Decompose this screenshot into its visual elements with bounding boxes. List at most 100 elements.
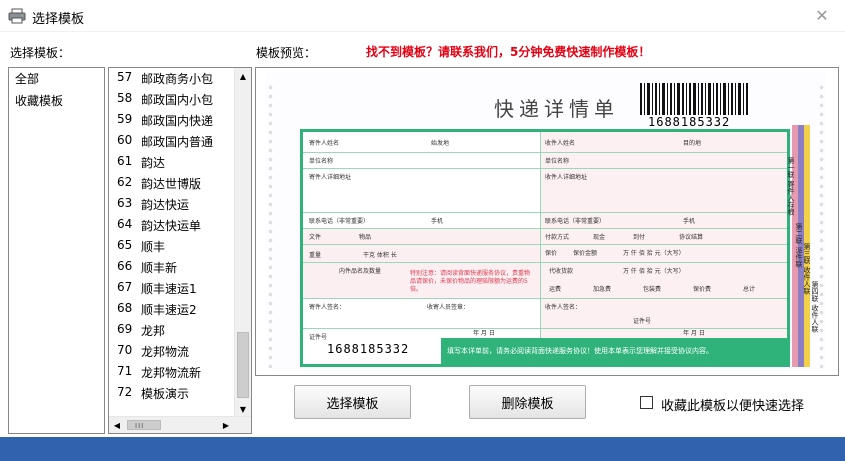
scroll-up-icon[interactable]: ▲: [235, 68, 251, 84]
recipient-phone-field: 联系电话（非常重要）: [545, 218, 606, 225]
template-item[interactable]: 61 韵达: [109, 152, 233, 173]
sender-id-field: 证件号: [309, 334, 328, 341]
promo-message[interactable]: 找不到模板？请联系我们，5分钟免费快速制作模板！: [366, 43, 650, 60]
collection-field: 代收货款: [549, 268, 574, 275]
collection-units: 万 仟 佰 拾 元（大写）: [623, 268, 685, 275]
total-field: 总计: [743, 286, 756, 293]
scroll-right-icon[interactable]: ▶: [218, 417, 234, 433]
template-name: 顺丰: [141, 240, 166, 254]
recipient-date-field: 年 月 日: [683, 330, 705, 337]
template-number: 63: [117, 196, 133, 210]
surcharge-field: 加急费: [593, 286, 612, 293]
template-item[interactable]: 69 龙邦: [109, 320, 233, 341]
item-name-field: 内件品名及数量: [339, 268, 382, 275]
template-item[interactable]: 67 顺丰速运1: [109, 278, 233, 299]
title-bar[interactable]: 选择模板 ✕: [0, 0, 845, 32]
sender-mobile-field: 手机: [431, 218, 444, 225]
barcode-number: 1688185332: [648, 115, 731, 129]
doc-checkbox: 文件: [309, 234, 322, 241]
window-title: 选择模板: [32, 12, 85, 27]
template-item[interactable]: 66 顺丰新: [109, 257, 233, 278]
scroll-down-icon[interactable]: ▼: [235, 401, 251, 417]
template-name: 龙邦物流: [141, 345, 190, 359]
template-name: 邮政国内普通: [141, 135, 214, 149]
template-item[interactable]: 62 韵达世博版: [109, 173, 233, 194]
template-number: 57: [117, 70, 133, 84]
payment-method-field: 付款方式: [545, 234, 570, 241]
sender-name-field: 寄件人姓名: [309, 140, 340, 147]
template-name: 邮政国内快递: [141, 114, 214, 128]
template-name: 顺丰速运2: [141, 303, 197, 317]
scroll-left-icon[interactable]: ◀: [109, 417, 125, 433]
template-item[interactable]: 71 龙邦物流新: [109, 362, 233, 383]
insured-field: 保价: [545, 250, 558, 257]
goods-checkbox: 物品: [359, 234, 372, 241]
template-number: 70: [117, 343, 133, 357]
close-button[interactable]: ✕: [799, 0, 845, 30]
recipient-address-field: 收件人详细地址: [545, 174, 588, 181]
freight-field: 运费: [549, 286, 562, 293]
template-item[interactable]: 64 韵达快运单: [109, 215, 233, 236]
template-item[interactable]: 60 邮政国内普通: [109, 131, 233, 152]
template-item[interactable]: 57 邮政商务小包: [109, 68, 233, 89]
bottom-notice: 填写本详单前，请务必阅读背面快递服务协议！使用本单表示您理解并接受协议内容。: [447, 347, 713, 355]
amount-units: 万 仟 佰 拾 元（大写）: [623, 250, 685, 257]
tractor-holes-left: [268, 83, 273, 368]
template-category-label: 选择模板：: [10, 46, 71, 60]
select-template-button[interactable]: 选择模板: [294, 385, 411, 419]
template-list-vertical-scrollbar[interactable]: ▲ ▼: [234, 68, 251, 417]
template-preview: 快递详情单 1688185332 寄件人姓名 始发地 单位名称 寄件人详细地址 …: [255, 67, 839, 376]
category-item-favorites[interactable]: 收藏模板: [15, 92, 63, 109]
template-name: 龙邦物流新: [141, 366, 202, 380]
template-item[interactable]: 72 模板演示: [109, 383, 233, 404]
template-item[interactable]: 58 邮政国内小包: [109, 89, 233, 110]
insured-amount-field: 保价金额: [573, 250, 598, 257]
category-list[interactable]: 全部 收藏模板: [8, 67, 105, 434]
template-number: 65: [117, 238, 133, 252]
template-name: 模板演示: [141, 387, 190, 401]
tracking-number: 1688185332: [327, 342, 410, 356]
template-item[interactable]: 65 顺丰: [109, 236, 233, 257]
template-list-horizontal-scrollbar[interactable]: ◀ III ▶: [109, 416, 251, 433]
sender-company-field: 单位名称: [309, 158, 334, 165]
insure-fee-field: 保价费: [693, 286, 712, 293]
template-item[interactable]: 59 邮政国内快递: [109, 110, 233, 131]
template-number: 59: [117, 112, 133, 126]
template-number: 72: [117, 385, 133, 399]
template-list[interactable]: 57 邮政商务小包 58 邮政国内小包 59 邮政国内快递 60 邮政国内普通 61 韵达…: [108, 67, 252, 434]
template-name: 顺丰速运1: [141, 282, 197, 296]
favorite-checkbox[interactable]: [640, 396, 653, 409]
tractor-holes-right: [819, 83, 824, 368]
template-number: 60: [117, 133, 133, 147]
sender-date-field: 年 月 日: [473, 330, 495, 337]
origin-field: 始发地: [431, 140, 450, 147]
category-item-all[interactable]: 全部: [15, 70, 39, 87]
favorite-checkbox-label[interactable]: 收藏此模板以便快速选择: [661, 395, 804, 414]
delete-template-button[interactable]: 删除模板: [469, 385, 586, 419]
template-name: 顺丰新: [141, 261, 178, 275]
template-name: 韵达快运: [141, 198, 190, 212]
template-item[interactable]: 70 龙邦物流: [109, 341, 233, 362]
status-band: [0, 437, 845, 461]
template-number: 58: [117, 91, 133, 105]
template-item[interactable]: 63 韵达快运: [109, 194, 233, 215]
packing-field: 包装费: [643, 286, 662, 293]
scrollbar-thumb[interactable]: [237, 332, 249, 398]
sender-address-field: 寄件人详细地址: [309, 174, 352, 181]
template-number: 68: [117, 301, 133, 315]
template-name: 邮政商务小包: [141, 72, 214, 86]
copy-label-4: 第四联 收件人联: [811, 281, 819, 333]
weight-field: 重量: [309, 252, 322, 259]
template-name: 邮政国内小包: [141, 93, 214, 107]
template-name: 韵达快运单: [141, 219, 202, 233]
waybill-form: 寄件人姓名 始发地 单位名称 寄件人详细地址 联系电话（非常重要） 手机 文件 …: [300, 129, 790, 367]
grip-icon: III: [135, 422, 145, 430]
template-item[interactable]: 68 顺丰速运2: [109, 299, 233, 320]
preview-label: 模板预览：: [256, 46, 317, 60]
recipient-id-field: 证件号: [633, 318, 652, 325]
template-name: 韵达: [141, 156, 166, 170]
destination-field: 目的地: [683, 140, 702, 147]
copy-label-2: 第二联 派件联: [795, 223, 803, 268]
template-number: 66: [117, 259, 133, 273]
recipient-sign-field: 收件人签名：: [545, 304, 582, 311]
